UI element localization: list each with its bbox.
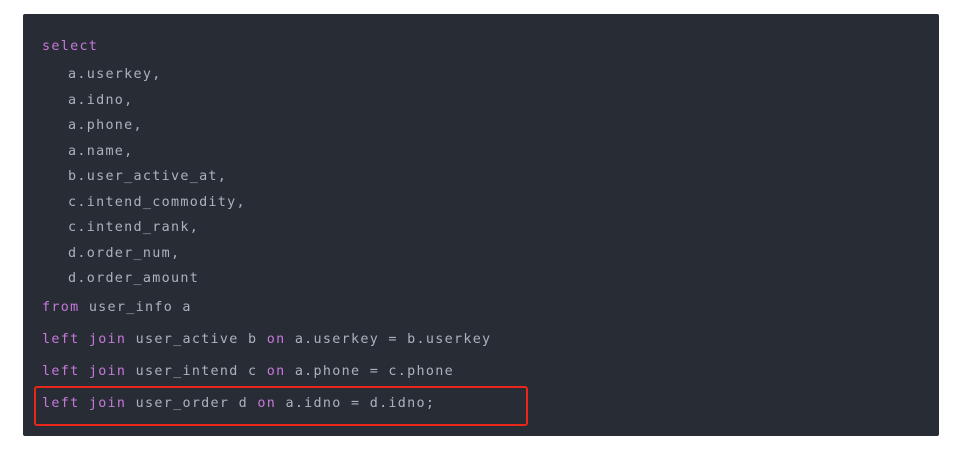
sql-keyword: join — [88, 332, 127, 347]
code-text: user_info a — [79, 300, 192, 315]
code-line-3: a.idno, — [42, 92, 134, 110]
code-text: a.idno = d.idno; — [276, 396, 436, 411]
code-text: c.intend_commodity, — [68, 195, 246, 210]
sql-keyword: on — [266, 332, 286, 347]
sql-keyword: join — [88, 396, 127, 411]
code-text: a.userkey = b.userkey — [285, 332, 492, 347]
code-line-8: c.intend_rank, — [42, 219, 199, 237]
code-line-1: select — [42, 38, 98, 56]
sql-keyword: left — [42, 364, 80, 379]
code-line-14: left join user_order d on a.idno = d.idn… — [42, 395, 435, 413]
code-line-12: left join user_active b on a.userkey = b… — [42, 331, 491, 349]
code-text: d.order_num, — [68, 246, 181, 261]
code-line-6: b.user_active_at, — [42, 168, 227, 186]
code-line-13: left join user_intend c on a.phone = c.p… — [42, 363, 454, 381]
code-line-11: from user_info a — [42, 299, 192, 317]
sql-keyword: on — [266, 364, 286, 379]
sql-keyword: join — [88, 364, 127, 379]
code-text: user_order d — [126, 396, 258, 411]
code-text: c.intend_rank, — [68, 220, 200, 235]
code-text: user_intend c — [126, 364, 267, 379]
code-line-4: a.phone, — [42, 117, 143, 135]
sql-keyword: select — [42, 39, 99, 54]
code-text: a.idno, — [68, 93, 134, 108]
code-text: user_active b — [126, 332, 267, 347]
code-line-10: d.order_amount — [42, 270, 199, 288]
code-block: select a.userkey, a.idno, a.phone, a.nam… — [23, 14, 939, 436]
sql-keyword: left — [42, 396, 80, 411]
code-text: b.user_active_at, — [68, 169, 228, 184]
sql-keyword: left — [42, 332, 80, 347]
code-line-2: a.userkey, — [42, 66, 162, 84]
code-line-7: c.intend_commodity, — [42, 194, 246, 212]
code-text: a.userkey, — [68, 67, 162, 82]
sql-keyword: from — [42, 300, 80, 315]
code-text: a.phone = c.phone — [285, 364, 454, 379]
sql-keyword: on — [257, 396, 277, 411]
code-text: d.order_amount — [68, 271, 200, 286]
code-line-9: d.order_num, — [42, 245, 180, 263]
code-text: a.phone, — [68, 118, 143, 133]
code-line-5: a.name, — [42, 143, 134, 161]
code-text: a.name, — [68, 144, 134, 159]
